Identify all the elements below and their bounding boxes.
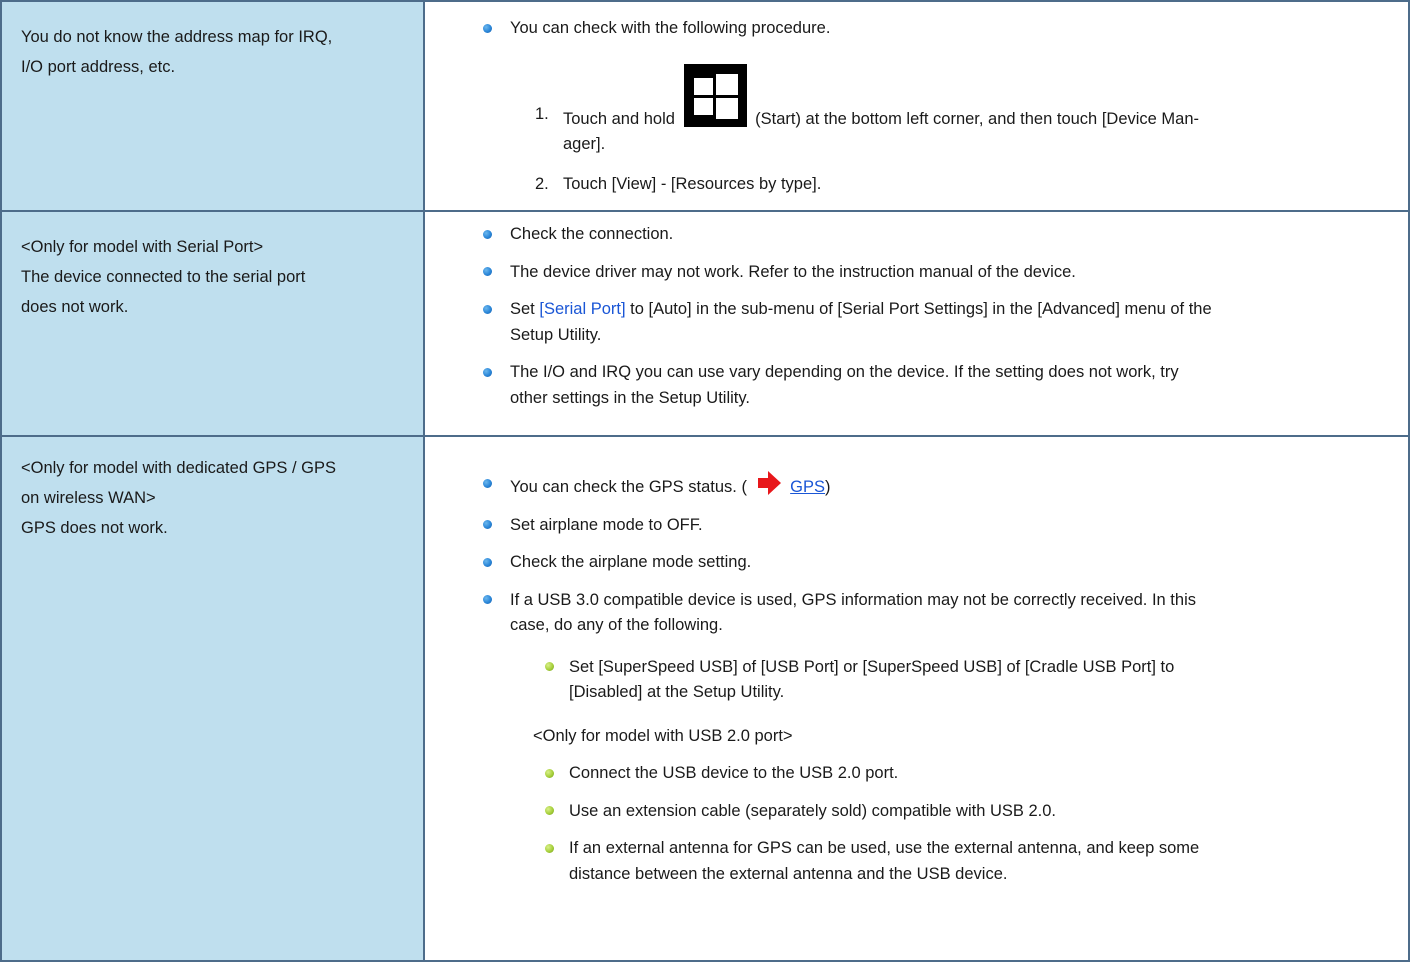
step-text: Touch [View] - [Resources by type]. <box>563 174 822 193</box>
bullet-text: to [Auto] in the sub-menu of [Serial Por… <box>625 300 1212 318</box>
step-item: 2. Touch [View] - [Resources by type]. <box>453 172 1388 198</box>
bullet-text: other settings in the Setup Utility. <box>510 388 750 407</box>
usb2-note: <Only for model with USB 2.0 port> <box>533 726 793 745</box>
bullet-text: Set <box>510 300 540 318</box>
step-number: 2. <box>535 174 549 193</box>
windows-start-icon <box>683 63 747 127</box>
list-item: You can check with the following procedu… <box>453 16 1388 42</box>
step-item: 1. Touch and hold (Start) at the bottom … <box>453 63 1388 158</box>
list-item: If a USB 3.0 compatible device is used, … <box>453 588 1388 639</box>
bullet-icon <box>483 520 492 529</box>
bullet-text: If a USB 3.0 compatible device is used, … <box>510 590 1196 609</box>
table-row: <Only for model with dedicated GPS / GPS… <box>0 435 1410 962</box>
step-text: (Start) at the bottom left corner, and t… <box>755 109 1200 128</box>
problem-cell: <Only for model with Serial Port> The de… <box>0 210 425 437</box>
sub-list-item: Connect the USB device to the USB 2.0 po… <box>453 761 1388 787</box>
sub-bullet-icon <box>545 843 554 853</box>
bullet-text: The device driver may not work. Refer to… <box>510 262 1076 281</box>
bullet-icon <box>483 479 492 488</box>
bullet-text: You can check with the following procedu… <box>510 19 831 37</box>
solution-cell: You can check with the following procedu… <box>423 0 1410 212</box>
bullet-icon <box>483 229 492 239</box>
bullet-text: ) <box>825 478 831 496</box>
sub-bullet-text: Set [SuperSpeed USB] of [USB Port] or [S… <box>569 657 1175 676</box>
bullet-icon <box>483 23 492 33</box>
bullet-text: Check the connection. <box>510 225 674 243</box>
list-item: Set airplane mode to OFF. <box>453 513 1388 539</box>
problem-text-line: <Only for model with dedicated GPS / GPS <box>21 459 337 477</box>
problem-text-line: <Only for model with Serial Port> <box>21 238 264 256</box>
table-row: <Only for model with Serial Port> The de… <box>0 210 1410 437</box>
problem-text-line: does not work. <box>21 298 129 316</box>
sub-bullet-icon <box>545 806 554 815</box>
list-item: Set [Serial Port] to [Auto] in the sub-m… <box>453 297 1388 348</box>
step-text: ager]. <box>563 135 606 153</box>
sub-bullet-icon <box>545 768 554 778</box>
sub-list-item: If an external antenna for GPS can be us… <box>453 836 1388 887</box>
bullet-icon <box>483 557 492 567</box>
list-item: You can check the GPS status. ( GPS) <box>453 470 1388 501</box>
serial-port-link[interactable]: [Serial Port] <box>539 300 625 318</box>
bullet-text: You can check the GPS status. ( <box>510 478 747 496</box>
problem-text-line: I/O port address, etc. <box>21 58 176 76</box>
bullet-text: Set airplane mode to OFF. <box>510 515 703 534</box>
step-number: 1. <box>535 104 549 123</box>
bullet-icon <box>483 267 492 276</box>
problem-text-line: The device connected to the serial port <box>21 268 306 286</box>
problem-cell: You do not know the address map for IRQ,… <box>0 0 425 212</box>
gps-link[interactable]: GPS <box>790 478 825 496</box>
sub-bullet-text: If an external antenna for GPS can be us… <box>569 839 1200 857</box>
red-arrow-icon <box>757 471 781 495</box>
troubleshooting-table: You do not know the address map for IRQ,… <box>0 0 1410 962</box>
bullet-icon <box>483 367 492 377</box>
sub-bullet-icon <box>545 662 554 671</box>
bullet-text: Setup Utility. <box>510 325 602 344</box>
bullet-text: The I/O and IRQ you can use vary dependi… <box>510 363 1179 381</box>
sub-bullet-text: [Disabled] at the Setup Utility. <box>569 683 785 701</box>
table-row: You do not know the address map for IRQ,… <box>0 0 1410 212</box>
problem-text-line: GPS does not work. <box>21 519 168 537</box>
problem-text-line: on wireless WAN> <box>21 489 156 507</box>
sub-bullet-text: Use an extension cable (separately sold)… <box>569 801 1056 820</box>
list-item: Check the connection. <box>453 222 1388 248</box>
bullet-icon <box>483 304 492 314</box>
sub-list-item: Use an extension cable (separately sold)… <box>453 799 1388 825</box>
step-text: Touch and hold <box>563 109 675 128</box>
list-item: The I/O and IRQ you can use vary dependi… <box>453 360 1388 411</box>
list-item: Check the airplane mode setting. <box>453 550 1388 576</box>
bullet-text: Check the airplane mode setting. <box>510 553 752 571</box>
problem-text-line: You do not know the address map for IRQ, <box>21 28 333 46</box>
bullet-icon <box>483 595 492 604</box>
solution-cell: You can check the GPS status. ( GPS) Set… <box>423 435 1410 962</box>
list-item: The device driver may not work. Refer to… <box>453 260 1388 286</box>
sub-list-item: Set [SuperSpeed USB] of [USB Port] or [S… <box>453 655 1388 706</box>
problem-cell: <Only for model with dedicated GPS / GPS… <box>0 435 425 962</box>
bullet-text: case, do any of the following. <box>510 616 723 634</box>
sub-bullet-text: Connect the USB device to the USB 2.0 po… <box>569 764 899 782</box>
solution-cell: Check the connection. The device driver … <box>423 210 1410 437</box>
sub-bullet-text: distance between the external antenna an… <box>569 864 1008 883</box>
